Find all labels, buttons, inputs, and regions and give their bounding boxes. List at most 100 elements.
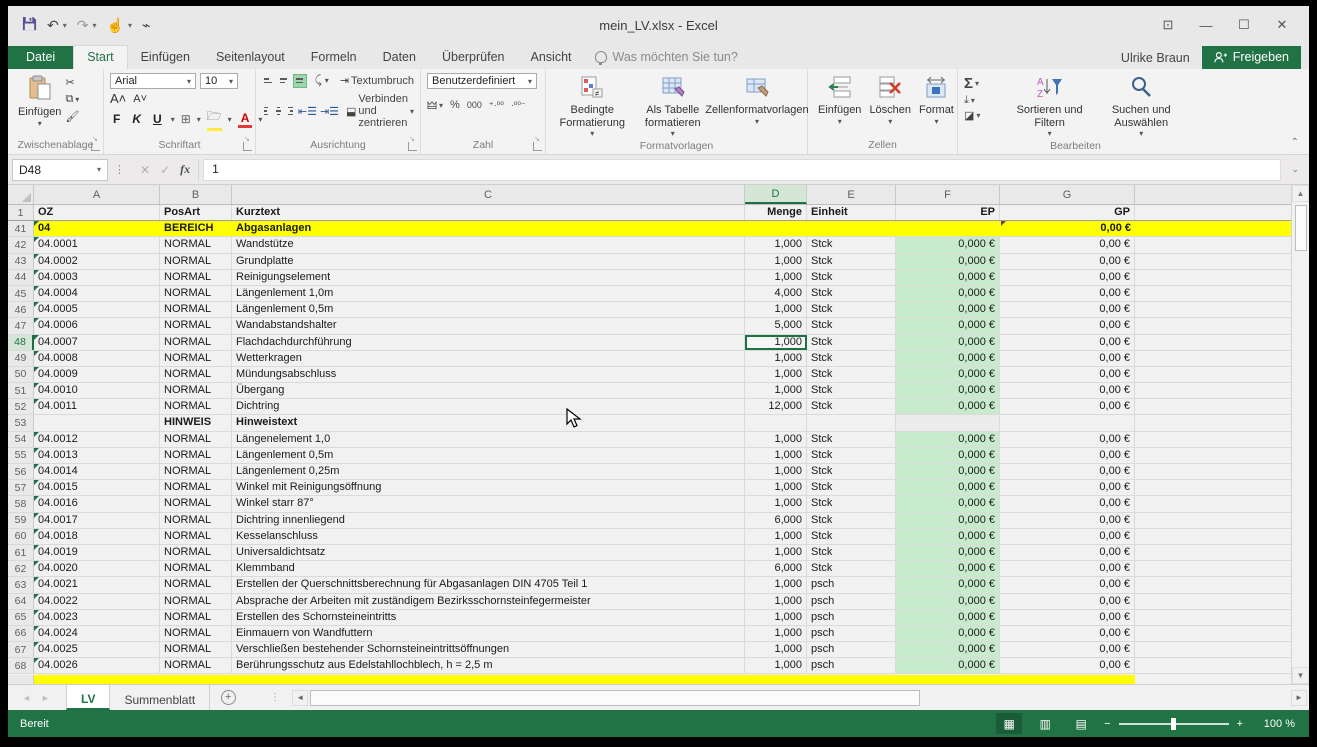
cell[interactable] xyxy=(1135,610,1291,625)
font-color-icon[interactable]: A xyxy=(238,111,253,128)
cell[interactable]: 0,000 € xyxy=(896,529,1000,544)
font-size-combo[interactable]: 10▾ xyxy=(200,73,238,89)
cell[interactable]: 0,000 € xyxy=(896,367,1000,382)
cell[interactable]: NORMAL xyxy=(160,367,232,382)
cell[interactable]: Universaldichtsatz xyxy=(232,545,745,560)
cell[interactable]: 0,000 € xyxy=(896,577,1000,592)
row-header[interactable]: 59 xyxy=(8,513,34,528)
row-header[interactable]: 53 xyxy=(8,415,34,430)
row-header[interactable]: 48 xyxy=(8,335,34,350)
cancel-icon[interactable]: ✕ xyxy=(140,163,150,177)
cell[interactable]: psch xyxy=(807,594,896,609)
bottom-align-icon[interactable] xyxy=(293,74,306,88)
cell[interactable]: 0,000 € xyxy=(896,254,1000,269)
cell[interactable] xyxy=(34,415,160,430)
cell[interactable]: Längenlement 1,0m xyxy=(232,286,745,301)
increase-decimal-icon[interactable]: ⁺·⁰⁰ xyxy=(489,100,504,111)
cell[interactable]: 0,000 € xyxy=(896,383,1000,398)
cell[interactable]: 04.0024 xyxy=(34,626,160,641)
cell[interactable]: 0,000 € xyxy=(896,270,1000,285)
cell[interactable]: Hinweistext xyxy=(232,415,745,430)
sheet-tab-lv[interactable]: LV xyxy=(66,685,110,710)
cell[interactable]: 04.0026 xyxy=(34,658,160,673)
format-cells-button[interactable]: Format▾ xyxy=(915,73,958,128)
cell[interactable] xyxy=(1135,594,1291,609)
tab-formeln[interactable]: Formeln xyxy=(298,46,370,69)
align-center-icon[interactable] xyxy=(274,104,283,118)
zoom-out-icon[interactable]: − xyxy=(1104,718,1110,730)
clear-icon[interactable]: ◪▾ xyxy=(964,109,1004,122)
cell[interactable]: 12,000 xyxy=(745,399,807,414)
cell[interactable]: 1,000 xyxy=(745,383,807,398)
cell[interactable]: NORMAL xyxy=(160,383,232,398)
cell[interactable]: 0,000 € xyxy=(896,302,1000,317)
cell[interactable]: 4,000 xyxy=(745,286,807,301)
cell[interactable]: NORMAL xyxy=(160,658,232,673)
row-header[interactable]: 66 xyxy=(8,626,34,641)
scroll-down-icon[interactable]: ▼ xyxy=(1292,667,1309,684)
tab-ansicht[interactable]: Ansicht xyxy=(518,46,585,69)
cell[interactable] xyxy=(745,221,807,236)
cell[interactable]: NORMAL xyxy=(160,335,232,350)
row-header[interactable]: 49 xyxy=(8,351,34,366)
name-box[interactable]: D48▾ xyxy=(12,159,108,181)
row-header[interactable]: 63 xyxy=(8,577,34,592)
cell[interactable]: NORMAL xyxy=(160,286,232,301)
cell[interactable]: 04.0002 xyxy=(34,254,160,269)
percent-style-icon[interactable]: % xyxy=(450,99,460,111)
cell[interactable]: psch xyxy=(807,610,896,625)
cell[interactable]: 04.0019 xyxy=(34,545,160,560)
row-header[interactable]: 47 xyxy=(8,318,34,333)
cell[interactable]: 1,000 xyxy=(745,335,807,350)
cell[interactable]: 1,000 xyxy=(745,448,807,463)
row-header[interactable]: 52 xyxy=(8,399,34,414)
cell[interactable]: Stck xyxy=(807,237,896,252)
cell[interactable]: Stck xyxy=(807,383,896,398)
insert-cells-button[interactable]: Einfügen▾ xyxy=(814,73,865,128)
cell[interactable]: Erstellen der Querschnittsberechnung für… xyxy=(232,577,745,592)
column-header-c[interactable]: C xyxy=(232,185,745,204)
cell[interactable]: 0,00 € xyxy=(1000,270,1135,285)
cell[interactable]: Längenlement 0,5m xyxy=(232,302,745,317)
row-header[interactable]: 41 xyxy=(8,221,34,236)
cell[interactable]: Winkel starr 87° xyxy=(232,496,745,511)
cell[interactable]: 0,00 € xyxy=(1000,496,1135,511)
tab-seitenlayout[interactable]: Seitenlayout xyxy=(203,46,298,69)
cell[interactable]: 0,000 € xyxy=(896,610,1000,625)
cell[interactable]: 04.0010 xyxy=(34,383,160,398)
cell[interactable]: 1,000 xyxy=(745,610,807,625)
cell[interactable]: Kesselanschluss xyxy=(232,529,745,544)
zoom-in-icon[interactable]: + xyxy=(1237,718,1243,730)
paste-button[interactable]: Einfügen ▾ xyxy=(14,73,65,130)
tab-einfuegen[interactable]: Einfügen xyxy=(128,46,203,69)
cell[interactable]: 0,000 € xyxy=(896,399,1000,414)
cell[interactable]: 0,00 € xyxy=(1000,254,1135,269)
minimize-button[interactable]: — xyxy=(1189,12,1223,38)
cell[interactable]: 0,00 € xyxy=(1000,529,1135,544)
cell[interactable]: 0,00 € xyxy=(1000,561,1135,576)
row-header[interactable]: 51 xyxy=(8,383,34,398)
scroll-left-icon[interactable]: ◄ xyxy=(292,690,308,706)
cell[interactable]: 04.0022 xyxy=(34,594,160,609)
cell[interactable]: 0,00 € xyxy=(1000,658,1135,673)
cell[interactable] xyxy=(807,415,896,430)
cell[interactable]: BEREICH xyxy=(160,221,232,236)
cell[interactable]: Wandabstandshalter xyxy=(232,318,745,333)
row-header[interactable]: 62 xyxy=(8,561,34,576)
horizontal-scrollbar[interactable]: ◄ ► xyxy=(290,685,1309,710)
column-header-d[interactable]: D xyxy=(745,185,807,204)
cell[interactable]: NORMAL xyxy=(160,513,232,528)
cell[interactable]: 0,00 € xyxy=(1000,367,1135,382)
row-header[interactable]: 42 xyxy=(8,237,34,252)
cell[interactable]: Flachdachdurchführung xyxy=(232,335,745,350)
cell[interactable]: NORMAL xyxy=(160,302,232,317)
cell[interactable]: 1,000 xyxy=(745,529,807,544)
column-header-g[interactable]: G xyxy=(1000,185,1135,204)
cell[interactable]: Längenlement 0,25m xyxy=(232,464,745,479)
cell[interactable]: Stck xyxy=(807,496,896,511)
cell[interactable]: 0,00 € xyxy=(1000,221,1135,236)
cell[interactable]: NORMAL xyxy=(160,577,232,592)
cell[interactable]: 1,000 xyxy=(745,545,807,560)
cell[interactable]: 0,00 € xyxy=(1000,302,1135,317)
cell[interactable]: Kurztext xyxy=(232,205,745,220)
